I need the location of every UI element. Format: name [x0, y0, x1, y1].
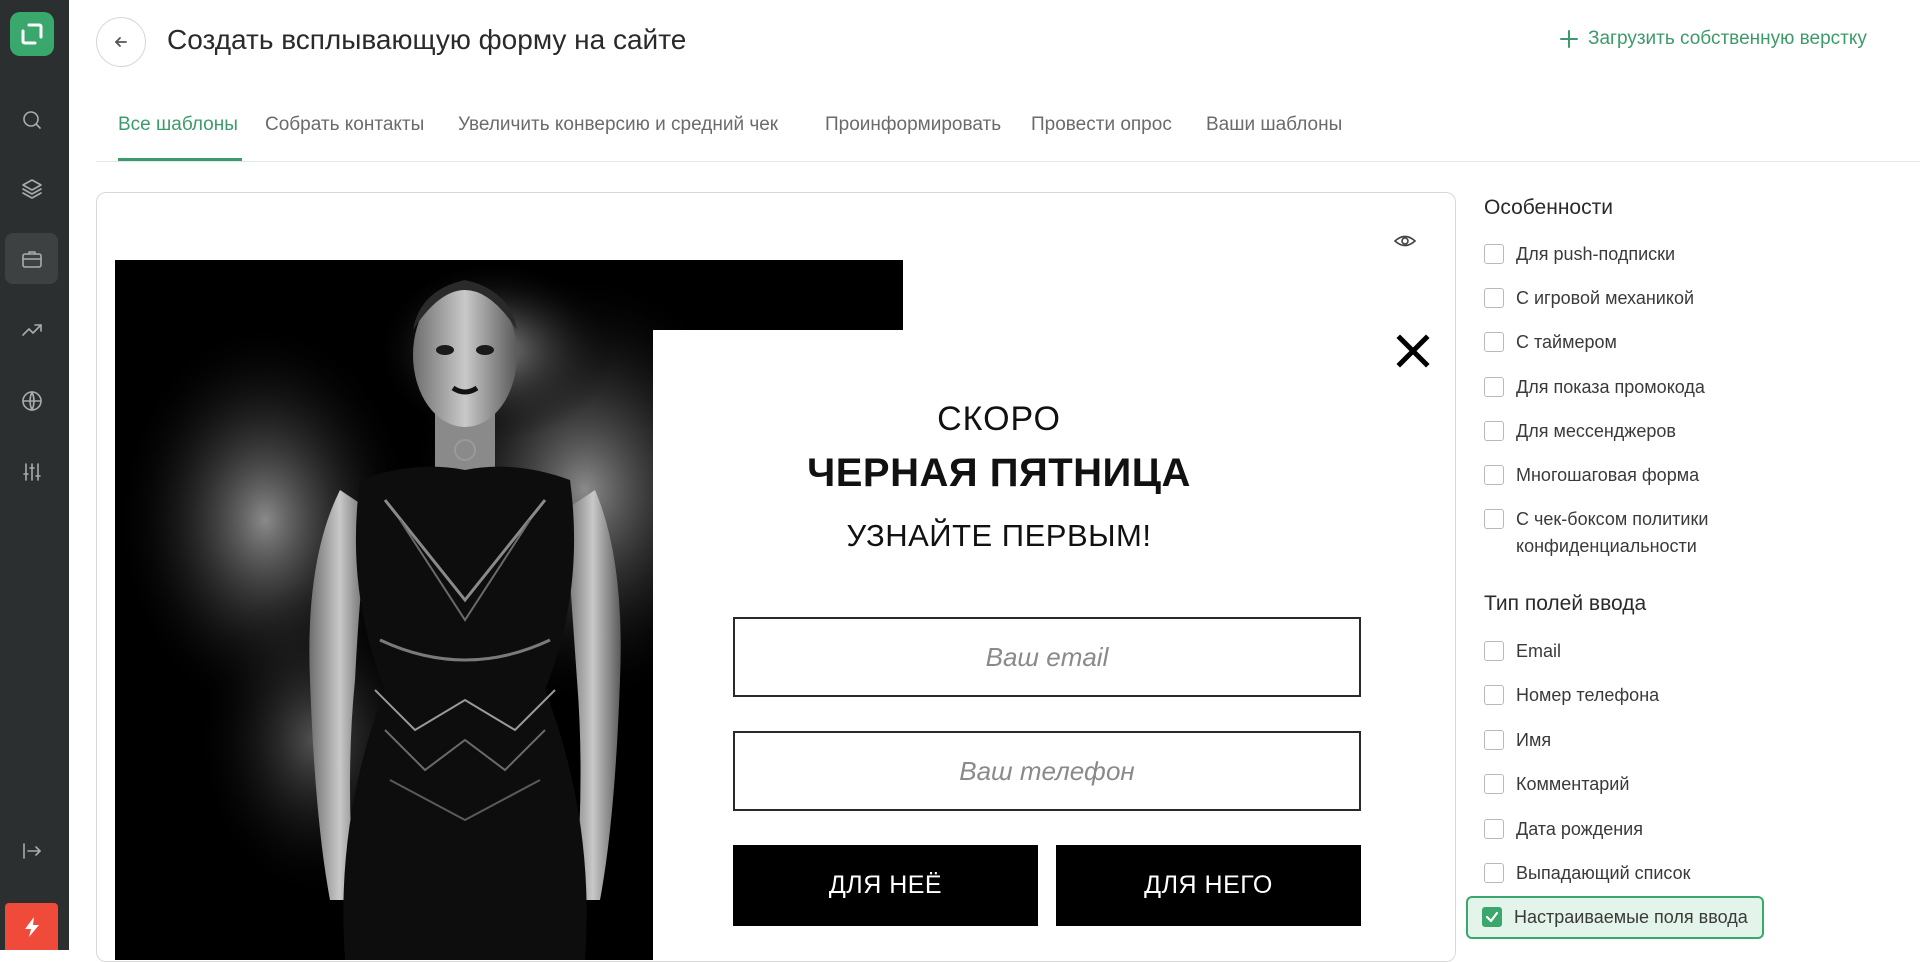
- filter-messengers[interactable]: Для мессенджеров: [1484, 418, 1676, 445]
- filter-label: Для показа промокода: [1516, 377, 1705, 397]
- features-title: Особенности: [1484, 196, 1613, 219]
- search-icon[interactable]: [5, 94, 58, 145]
- filter-multistep[interactable]: Многошаговая форма: [1484, 462, 1699, 489]
- layers-icon[interactable]: [5, 163, 58, 214]
- for-him-button[interactable]: ДЛЯ НЕГО: [1056, 845, 1361, 926]
- arrow-left-icon: [115, 37, 127, 47]
- checkbox[interactable]: [1484, 730, 1504, 750]
- filter-phone[interactable]: Номер телефона: [1484, 682, 1659, 709]
- filter-label: Email: [1516, 641, 1562, 661]
- filter-game[interactable]: С игровой механикой: [1484, 285, 1694, 312]
- filter-label: Дата рождения: [1516, 819, 1643, 839]
- filter-label: Номер телефона: [1516, 685, 1660, 705]
- back-button[interactable]: [96, 17, 146, 67]
- tab-your-templates[interactable]: Ваши шаблоны: [1206, 114, 1342, 136]
- trending-up-icon[interactable]: [5, 304, 58, 355]
- filter-label: С чек-боксом политики конфиденциальности: [1516, 506, 1708, 560]
- phone-field[interactable]: Ваш телефон: [733, 731, 1361, 811]
- logout-icon[interactable]: [5, 825, 58, 876]
- checkbox-checked[interactable]: [1482, 907, 1502, 927]
- sliders-icon[interactable]: [5, 446, 58, 497]
- close-icon[interactable]: [1395, 333, 1431, 369]
- checkbox[interactable]: [1484, 774, 1504, 794]
- checkbox[interactable]: [1484, 819, 1504, 839]
- checkbox[interactable]: [1484, 465, 1504, 485]
- category-tabs: Все шаблоны Собрать контакты Увеличить к…: [96, 108, 1920, 162]
- active-tab-indicator: [118, 158, 242, 161]
- filter-label: Комментарий: [1516, 774, 1630, 794]
- checkbox[interactable]: [1484, 244, 1504, 264]
- tab-all-templates[interactable]: Все шаблоны: [118, 114, 238, 136]
- headline-learn-first: УЗНАЙТЕ ПЕРВЫМ!: [846, 518, 1152, 553]
- filter-label-line1: С чек-боксом политики: [1516, 509, 1709, 529]
- headline-soon: СКОРО: [937, 400, 1061, 438]
- logo-icon[interactable]: [10, 12, 54, 56]
- for-her-button[interactable]: ДЛЯ НЕЁ: [733, 845, 1038, 926]
- page-title: Создать всплывающую форму на сайте: [167, 24, 687, 55]
- filter-label: Выпадающий список: [1516, 863, 1691, 883]
- filter-timer[interactable]: С таймером: [1484, 329, 1617, 356]
- plus-icon: [1560, 30, 1578, 48]
- headline-black-friday: ЧЕРНАЯ ПЯТНИЦА: [807, 451, 1191, 495]
- tab-collect-contacts[interactable]: Собрать контакты: [265, 114, 424, 136]
- filter-dropdown[interactable]: Выпадающий список: [1484, 860, 1691, 887]
- filter-label: С игровой механикой: [1516, 288, 1695, 308]
- checkbox[interactable]: [1484, 685, 1504, 705]
- upload-label: Загрузить собственную верстку: [1588, 28, 1867, 49]
- checkbox[interactable]: [1484, 509, 1504, 529]
- filter-label: Настраиваемые поля ввода: [1514, 907, 1748, 927]
- filter-label: Многошаговая форма: [1516, 465, 1700, 485]
- filter-birthdate[interactable]: Дата рождения: [1484, 816, 1643, 843]
- checkbox[interactable]: [1484, 377, 1504, 397]
- checkbox[interactable]: [1484, 641, 1504, 661]
- template-preview[interactable]: СКОРО ЧЕРНАЯ ПЯТНИЦА УЗНАЙТЕ ПЕРВЫМ! Ваш…: [96, 192, 1456, 962]
- eye-icon[interactable]: [1393, 229, 1417, 253]
- filter-privacy-checkbox[interactable]: С чек-боксом политики конфиденциальности: [1484, 506, 1708, 560]
- filter-promocode[interactable]: Для показа промокода: [1484, 374, 1705, 401]
- upload-custom-layout-link[interactable]: Загрузить собственную верстку: [1558, 28, 1867, 50]
- checkbox[interactable]: [1484, 421, 1504, 441]
- filter-label: С таймером: [1516, 332, 1617, 352]
- filter-label: Для мессенджеров: [1516, 421, 1676, 441]
- globe-icon[interactable]: [5, 375, 58, 426]
- field-types-title: Тип полей ввода: [1484, 592, 1647, 615]
- briefcase-icon[interactable]: [5, 233, 58, 284]
- filter-email[interactable]: Email: [1484, 638, 1561, 665]
- sidebar: [0, 0, 69, 950]
- tab-survey[interactable]: Провести опрос: [1031, 114, 1172, 136]
- checkbox[interactable]: [1484, 288, 1504, 308]
- filter-label: Имя: [1516, 730, 1552, 750]
- checkbox[interactable]: [1484, 332, 1504, 352]
- filter-label-line2: конфиденциальности: [1516, 536, 1697, 556]
- filter-comment[interactable]: Комментарий: [1484, 771, 1629, 798]
- flash-icon[interactable]: [5, 903, 58, 950]
- email-field[interactable]: Ваш email: [733, 617, 1361, 697]
- tab-inform[interactable]: Проинформировать: [825, 114, 1001, 136]
- checkbox[interactable]: [1484, 863, 1504, 883]
- filter-name[interactable]: Имя: [1484, 727, 1551, 754]
- filter-custom-fields[interactable]: Настраиваемые поля ввода: [1466, 896, 1764, 939]
- filter-label: Для push-подписки: [1516, 244, 1676, 264]
- filter-push[interactable]: Для push-подписки: [1484, 241, 1675, 268]
- tab-increase-conversion[interactable]: Увеличить конверсию и средний чек: [458, 114, 778, 136]
- check-icon: [1485, 911, 1499, 923]
